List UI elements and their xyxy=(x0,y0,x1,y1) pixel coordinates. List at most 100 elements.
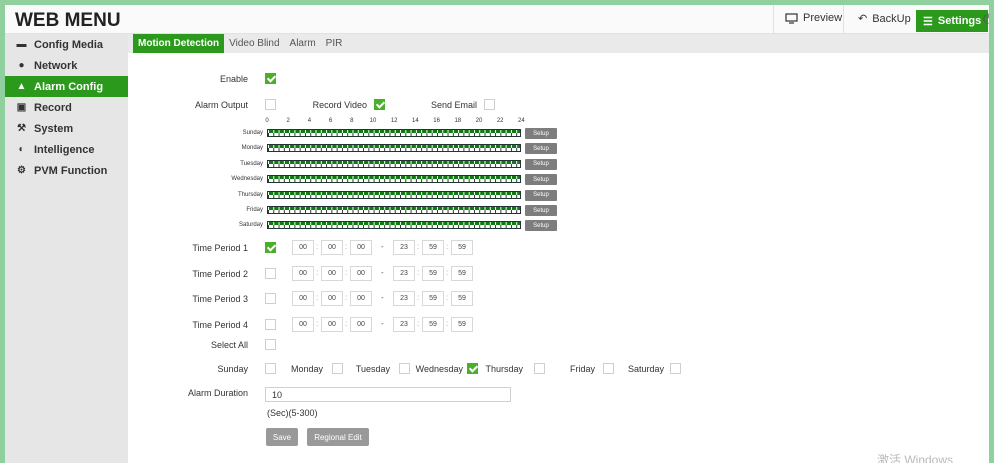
enable-label: Enable xyxy=(219,74,248,84)
time-field[interactable]: 59 xyxy=(451,265,473,281)
main-panel: Motion Detection Video Blind Alarm PIR xyxy=(128,34,989,463)
sidebar-item-pvm-function[interactable]: ⚙ PVM Function xyxy=(5,160,128,181)
regional-edit-button[interactable]: Regional Edit xyxy=(307,428,369,446)
sidebar-item-alarm-config[interactable]: ▲ Alarm Config xyxy=(5,76,128,97)
record-video-checkbox[interactable] xyxy=(374,99,385,110)
time-field[interactable]: 59 xyxy=(422,240,444,255)
tab-motion-detection[interactable]: Motion Detection xyxy=(133,34,225,53)
power-icon[interactable]: ⏻ xyxy=(983,11,989,27)
sidebar: ▬ Config Media ● Network ▲ Alarm Config … xyxy=(5,34,128,463)
schedule-bar[interactable] xyxy=(267,129,521,137)
time-field[interactable]: 59 xyxy=(451,316,473,332)
wrench-icon: ⚒ xyxy=(17,123,26,134)
alarm-duration-input[interactable]: 10 xyxy=(265,387,511,402)
preview-button[interactable]: Preview xyxy=(785,12,842,24)
time-period-checkbox[interactable] xyxy=(265,318,276,330)
hour-tick-label: 24 xyxy=(518,118,525,124)
schedule-bar[interactable] xyxy=(267,144,521,153)
schedule-bar-cells xyxy=(268,210,520,213)
setup-button[interactable]: Setup xyxy=(525,158,557,170)
backup-button[interactable]: ↶ BackUp xyxy=(858,12,911,26)
time-field[interactable]: 00 xyxy=(321,240,343,255)
time-field[interactable]: 00 xyxy=(292,265,314,281)
time-field[interactable]: 00 xyxy=(350,291,372,306)
day-label: Wednesday xyxy=(231,176,263,183)
time-period-checkbox[interactable] xyxy=(265,242,276,253)
setup-button[interactable]: Setup xyxy=(525,128,557,139)
time-separator: : xyxy=(316,318,319,328)
weekday-label: Saturday xyxy=(627,364,664,374)
schedule-bar-cells xyxy=(268,163,520,167)
time-field[interactable]: 23 xyxy=(393,240,415,255)
schedule-bar[interactable] xyxy=(267,159,521,168)
setup-button[interactable]: Setup xyxy=(525,220,557,232)
record-video-label: Record Video xyxy=(312,100,367,110)
time-field[interactable]: 00 xyxy=(321,265,343,281)
time-field[interactable]: 59 xyxy=(422,316,444,332)
schedule-bar-cells xyxy=(268,194,520,198)
alarm-output-checkbox[interactable] xyxy=(265,99,276,110)
tab-bar: Motion Detection Video Blind Alarm PIR xyxy=(128,34,989,53)
settings-button[interactable]: ☰ Settings xyxy=(916,10,989,32)
time-separator: : xyxy=(316,267,319,277)
setup-button[interactable]: Setup xyxy=(525,205,557,216)
time-field[interactable]: 00 xyxy=(292,240,314,255)
time-separator: : xyxy=(316,293,319,302)
monitor-icon xyxy=(785,12,798,24)
sidebar-item-intelligence[interactable]: ◐ Intelligence xyxy=(5,139,128,160)
globe-icon: ● xyxy=(18,60,25,71)
time-separator: : xyxy=(417,318,420,328)
weekday-label: Friday xyxy=(569,364,595,374)
time-separator: : xyxy=(345,242,348,251)
time-field[interactable]: 23 xyxy=(393,316,415,332)
time-period-label: Time Period 1 xyxy=(192,243,248,253)
weekday-label: Thursday xyxy=(485,364,523,374)
save-button[interactable]: Save xyxy=(266,428,298,446)
time-field[interactable]: 23 xyxy=(393,265,415,281)
weekday-checkbox[interactable] xyxy=(670,363,681,374)
tab-video-blind[interactable]: Video Blind xyxy=(224,34,284,53)
time-field[interactable]: 23 xyxy=(393,291,415,306)
time-field[interactable]: 00 xyxy=(292,316,314,332)
tab-pir[interactable]: PIR xyxy=(321,34,348,53)
setup-button[interactable]: Setup xyxy=(525,189,557,201)
schedule-bar-cells xyxy=(268,179,520,183)
record-icon: ▣ xyxy=(16,102,27,113)
time-field[interactable]: 00 xyxy=(350,316,372,332)
time-field[interactable]: 00 xyxy=(321,291,343,306)
tab-alarm[interactable]: Alarm xyxy=(285,34,321,53)
enable-checkbox[interactable] xyxy=(265,73,276,84)
alarm-duration-label: Alarm Duration xyxy=(187,388,248,398)
time-period-checkbox[interactable] xyxy=(265,293,276,304)
time-field[interactable]: 00 xyxy=(292,291,314,306)
send-email-checkbox[interactable] xyxy=(484,99,495,110)
hour-tick-label: 2 xyxy=(286,118,290,124)
time-period-checkbox[interactable] xyxy=(265,267,276,279)
time-field[interactable]: 00 xyxy=(350,265,372,281)
schedule-bar[interactable] xyxy=(267,206,521,214)
duration-hint: (Sec)(5-300) xyxy=(267,408,318,418)
time-field[interactable]: 00 xyxy=(321,316,343,332)
schedule-bar[interactable] xyxy=(267,221,521,230)
hour-tick-label: 6 xyxy=(328,118,333,124)
sidebar-item-network[interactable]: ● Network xyxy=(5,55,128,76)
time-period-label: Time Period 4 xyxy=(192,319,248,330)
sidebar-item-system[interactable]: ⚒ System xyxy=(5,118,128,139)
setup-button[interactable]: Setup xyxy=(525,174,557,186)
time-separator: : xyxy=(345,267,348,277)
schedule-bar[interactable] xyxy=(267,190,521,199)
time-separator: : xyxy=(316,242,319,251)
select-all-checkbox[interactable] xyxy=(265,339,276,350)
sidebar-item-label: Alarm Config xyxy=(34,80,104,93)
sidebar-item-record[interactable]: ▣ Record xyxy=(5,97,128,118)
time-field[interactable]: 59 xyxy=(451,240,473,255)
time-field[interactable]: 00 xyxy=(350,240,372,255)
sidebar-item-label: Intelligence xyxy=(34,143,95,156)
schedule-bar[interactable] xyxy=(267,175,521,184)
sidebar-item-label: Record xyxy=(34,101,72,114)
setup-button[interactable]: Setup xyxy=(525,143,557,155)
sidebar-item-config-media[interactable]: ▬ Config Media xyxy=(5,34,128,55)
time-field[interactable]: 59 xyxy=(451,291,473,306)
time-field[interactable]: 59 xyxy=(422,291,444,306)
time-field[interactable]: 59 xyxy=(422,265,444,281)
